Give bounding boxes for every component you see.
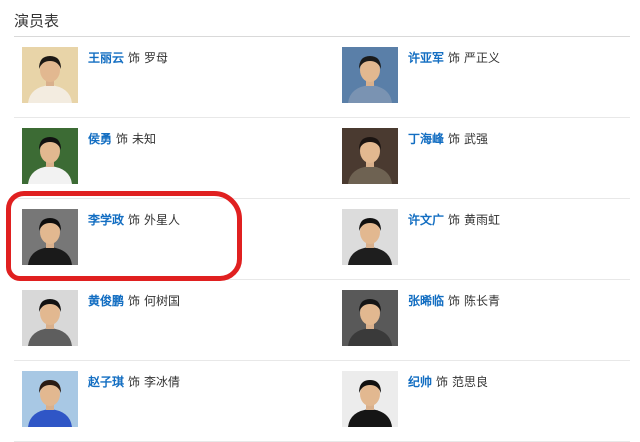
actor-photo[interactable] (342, 209, 398, 265)
section-header: 演员表 (14, 8, 630, 37)
actor-name-link[interactable]: 许文广 (408, 213, 444, 227)
cast-info: 王丽云饰罗母 (88, 49, 168, 66)
actor-name-link[interactable]: 赵子琪 (88, 375, 124, 389)
actor-photo[interactable] (22, 290, 78, 346)
section-title: 演员表 (14, 12, 60, 30)
actor-name-link[interactable]: 纪帅 (408, 375, 432, 389)
actor-name-link[interactable]: 许亚军 (408, 51, 444, 65)
actor-name-link[interactable]: 王丽云 (88, 51, 124, 65)
actor-photo[interactable] (22, 209, 78, 265)
role-name: 何树国 (144, 294, 181, 308)
actor-name-link[interactable]: 侯勇 (88, 132, 112, 146)
role-name: 黄雨虹 (464, 213, 501, 227)
cast-row: 李学政饰外星人 许文广饰黄雨虹 (14, 199, 630, 280)
cast-item: 许文广饰黄雨虹 (334, 199, 634, 279)
cast-item: 侯勇饰未知 (14, 118, 314, 198)
cast-info: 李学政饰外星人 (88, 211, 180, 228)
actor-photo[interactable] (342, 47, 398, 103)
cast-item: 王丽云饰罗母 (14, 37, 314, 117)
cast-info: 黄俊鹏饰何树国 (88, 292, 180, 309)
actor-photo[interactable] (342, 128, 398, 184)
as-label: 饰 (448, 51, 461, 65)
actor-name-link[interactable]: 李学政 (88, 213, 124, 227)
cast-row: 王丽云饰罗母 许亚军饰严正义 (14, 37, 630, 118)
cast-info: 纪帅饰范思良 (408, 373, 488, 390)
role-name: 外星人 (144, 213, 181, 227)
cast-item: 丁海峰饰武强 (334, 118, 634, 198)
role-name: 李冰倩 (144, 375, 181, 389)
cast-item: 黄俊鹏饰何树国 (14, 280, 314, 360)
as-label: 饰 (448, 294, 461, 308)
cast-item: 李学政饰外星人 (14, 199, 314, 279)
cast-item: 纪帅饰范思良 (334, 361, 634, 441)
as-label: 饰 (448, 213, 461, 227)
role-name: 严正义 (464, 51, 501, 65)
cast-info: 许亚军饰严正义 (408, 49, 500, 66)
as-label: 饰 (116, 132, 129, 146)
as-label: 饰 (128, 294, 141, 308)
actor-photo[interactable] (342, 290, 398, 346)
cast-row: 赵子琪饰李冰倩 纪帅饰范思良 (14, 361, 630, 442)
actor-name-link[interactable]: 丁海峰 (408, 132, 444, 146)
cast-row: 黄俊鹏饰何树国 张晞临饰陈长青 (14, 280, 630, 361)
actor-photo[interactable] (342, 371, 398, 427)
actor-photo[interactable] (22, 371, 78, 427)
cast-info: 张晞临饰陈长青 (408, 292, 500, 309)
cast-info: 许文广饰黄雨虹 (408, 211, 500, 228)
role-name: 罗母 (144, 51, 169, 65)
as-label: 饰 (448, 132, 461, 146)
cast-item: 赵子琪饰李冰倩 (14, 361, 314, 441)
role-name: 陈长青 (464, 294, 501, 308)
as-label: 饰 (128, 213, 141, 227)
actor-photo[interactable] (22, 47, 78, 103)
cast-item: 许亚军饰严正义 (334, 37, 634, 117)
actor-name-link[interactable]: 张晞临 (408, 294, 444, 308)
role-name: 未知 (132, 132, 157, 146)
actor-photo[interactable] (22, 128, 78, 184)
cast-info: 丁海峰饰武强 (408, 130, 488, 147)
cast-row: 侯勇饰未知 丁海峰饰武强 (14, 118, 630, 199)
cast-info: 侯勇饰未知 (88, 130, 156, 147)
cast-info: 赵子琪饰李冰倩 (88, 373, 180, 390)
cast-grid: 王丽云饰罗母 许亚军饰严正义 侯勇饰未知 丁海峰饰武强 李学政 饰 外星人 许文… (14, 37, 630, 442)
actor-name-link[interactable]: 黄俊鹏 (88, 294, 124, 308)
role-name: 范思良 (452, 375, 489, 389)
as-label: 饰 (436, 375, 449, 389)
as-label: 饰 (128, 375, 141, 389)
role-name: 武强 (464, 132, 489, 146)
cast-item: 张晞临饰陈长青 (334, 280, 634, 360)
as-label: 饰 (128, 51, 141, 65)
